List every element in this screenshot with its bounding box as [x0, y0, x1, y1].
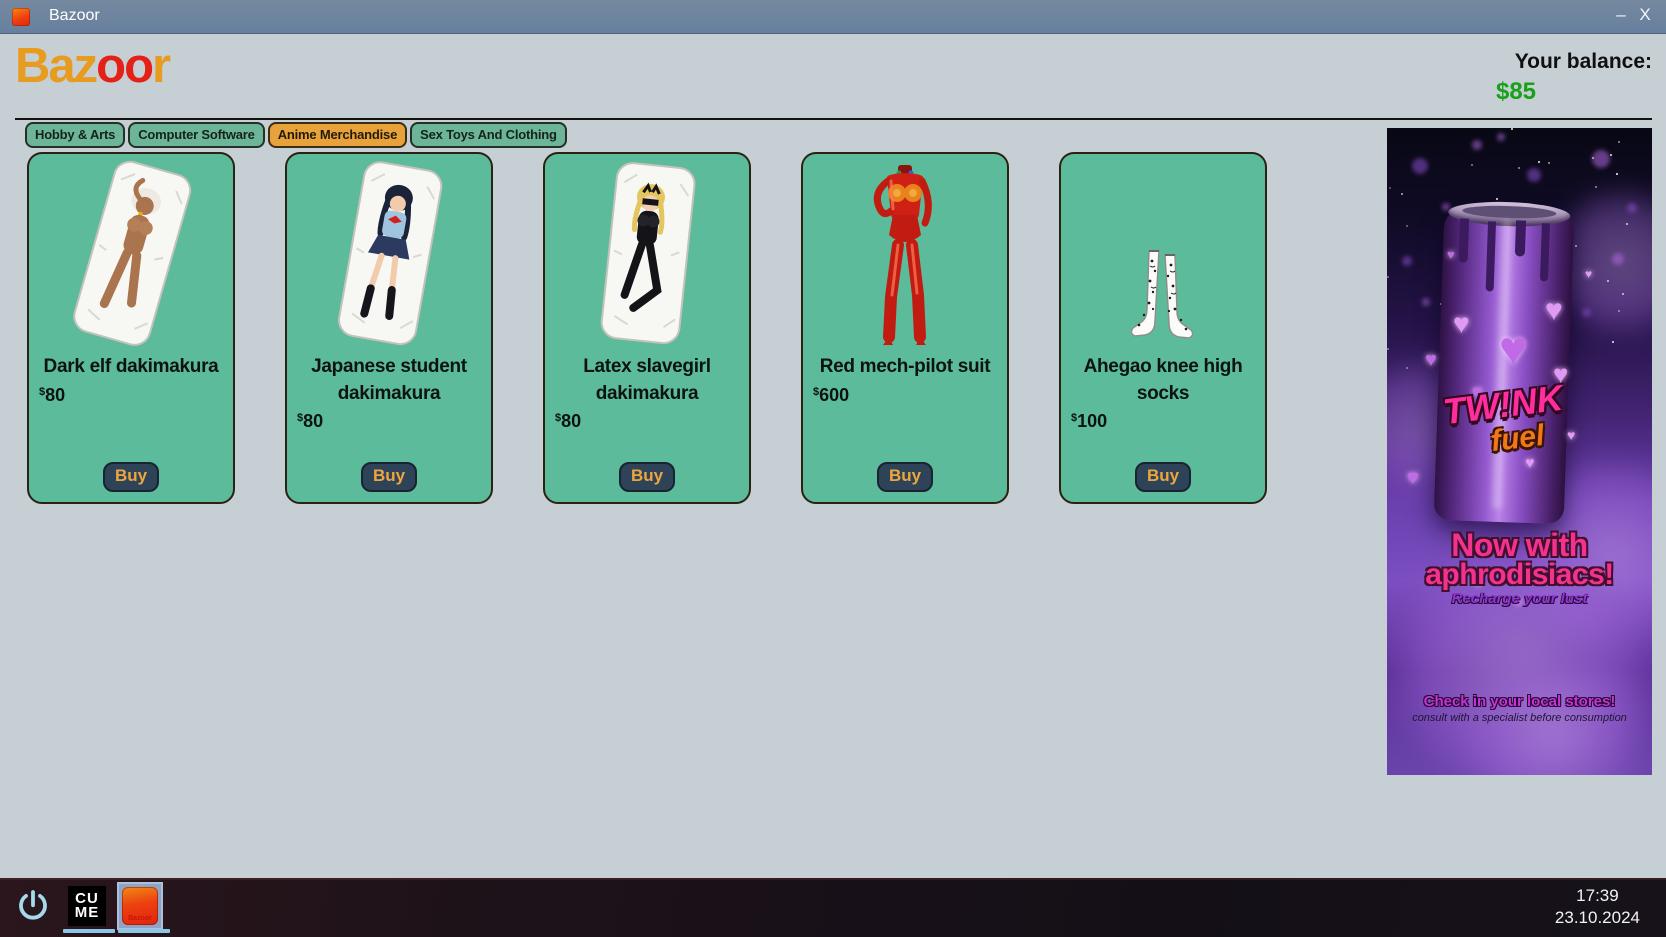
power-icon [14, 887, 52, 925]
product-price: $80 [555, 411, 581, 432]
product-card-ahegao-knee-high-socks: Ahegao knee high socks $100 Buy [1059, 152, 1267, 504]
ahegao-knee-high-socks-image [1083, 158, 1243, 350]
minimize-button[interactable]: – [1610, 5, 1632, 25]
twink-fuel-ad-banner[interactable]: ♥♥♥♥♥♥♥♥♥♥♥♥♥ TW!NK fuel Now with aphrod… [1387, 128, 1652, 775]
product-name: Japanese student dakimakura [295, 354, 483, 407]
buy-button[interactable]: Buy [1135, 462, 1191, 492]
taskbar-item-bazoor[interactable]: Bazoor [117, 882, 163, 930]
balance-panel: Your balance: $85 [1422, 50, 1652, 106]
heart-icon: ♥ [1567, 428, 1575, 442]
tab-sex-toys-and-clothing[interactable]: Sex Toys And Clothing [410, 122, 567, 148]
tab-hobby-arts[interactable]: Hobby & Arts [25, 122, 125, 148]
product-card-japanese-student-dakimakura: Japanese student dakimakura $80 Buy [285, 152, 493, 504]
cume-active-indicator [63, 929, 115, 933]
clock-date: 23.10.2024 [1555, 907, 1640, 929]
product-name: Ahegao knee high socks [1069, 354, 1257, 407]
taskbar: CU ME Bazoor 17:39 23.10.2024 [0, 878, 1666, 937]
buy-button[interactable]: Buy [877, 462, 933, 492]
app-icon [12, 8, 30, 26]
close-button[interactable]: X [1634, 5, 1656, 25]
ad-stores-line: Check in your local stores! [1387, 693, 1652, 710]
balance-label: Your balance: [1422, 50, 1652, 74]
ad-headline-line2: aphrodisiacs! [1387, 558, 1652, 592]
ad-disclaimer: consult with a specialist before consump… [1387, 712, 1652, 724]
ad-tagline: Recharge your lust [1387, 590, 1652, 607]
dark-elf-dakimakura-image [51, 158, 211, 350]
buy-button[interactable]: Buy [361, 462, 417, 492]
product-card-dark-elf-dakimakura: Dark elf dakimakura $80 Buy [27, 152, 235, 504]
bazoor-app-window: Bazoor – X Bazoor Your balance: $85 Hobb… [0, 0, 1666, 937]
bazoor-active-indicator [118, 929, 170, 933]
buy-button[interactable]: Buy [103, 462, 159, 492]
taskbar-clock: 17:39 23.10.2024 [1555, 885, 1640, 929]
tab-computer-software[interactable]: Computer Software [128, 122, 265, 148]
heart-icon: ♥ [1407, 468, 1419, 488]
product-name: Latex slavegirl dakimakura [553, 354, 741, 407]
window-title: Bazoor [49, 7, 100, 25]
red-mech-pilot-suit-image [825, 158, 985, 350]
heart-icon: ♥ [1525, 456, 1535, 472]
heart-icon: ♥ [1453, 310, 1470, 338]
product-card-red-mech-pilot-suit: Red mech-pilot suit $600 Buy [801, 152, 1009, 504]
header-divider [15, 118, 1652, 120]
product-price: $80 [39, 385, 65, 406]
tab-anime-merchandise[interactable]: Anime Merchandise [268, 122, 407, 148]
taskbar-item-cume[interactable]: CU ME [68, 886, 106, 926]
heart-icon: ♥ [1499, 326, 1528, 374]
products-row: Dark elf dakimakura $80 Buy Japanese stude… [27, 152, 1267, 504]
bazoor-taskbar-icon: Bazoor [122, 887, 158, 925]
heart-icon: ♥ [1425, 350, 1437, 370]
heart-icon: ♥ [1585, 268, 1592, 280]
latex-slavegirl-dakimakura-image [567, 158, 727, 350]
bazoor-logo: Bazoor [15, 40, 169, 94]
category-tabs: Hobby & ArtsComputer SoftwareAnime Merch… [25, 122, 567, 148]
product-name: Dark elf dakimakura [44, 354, 219, 381]
product-price: $600 [813, 385, 849, 406]
product-price: $100 [1071, 411, 1107, 432]
clock-time: 17:39 [1555, 885, 1640, 907]
product-name: Red mech-pilot suit [820, 354, 991, 381]
power-button[interactable] [14, 887, 52, 925]
balance-value: $85 [1422, 78, 1652, 106]
heart-icon: ♥ [1545, 296, 1563, 326]
product-card-latex-slavegirl-dakimakura: Latex slavegirl dakimakura $80 Buy [543, 152, 751, 504]
product-price: $80 [297, 411, 323, 432]
japanese-student-dakimakura-image [309, 158, 469, 350]
titlebar: Bazoor – X [0, 0, 1666, 34]
heart-icon: ♥ [1447, 248, 1455, 261]
buy-button[interactable]: Buy [619, 462, 675, 492]
ad-brand-sub: fuel [1489, 419, 1546, 459]
